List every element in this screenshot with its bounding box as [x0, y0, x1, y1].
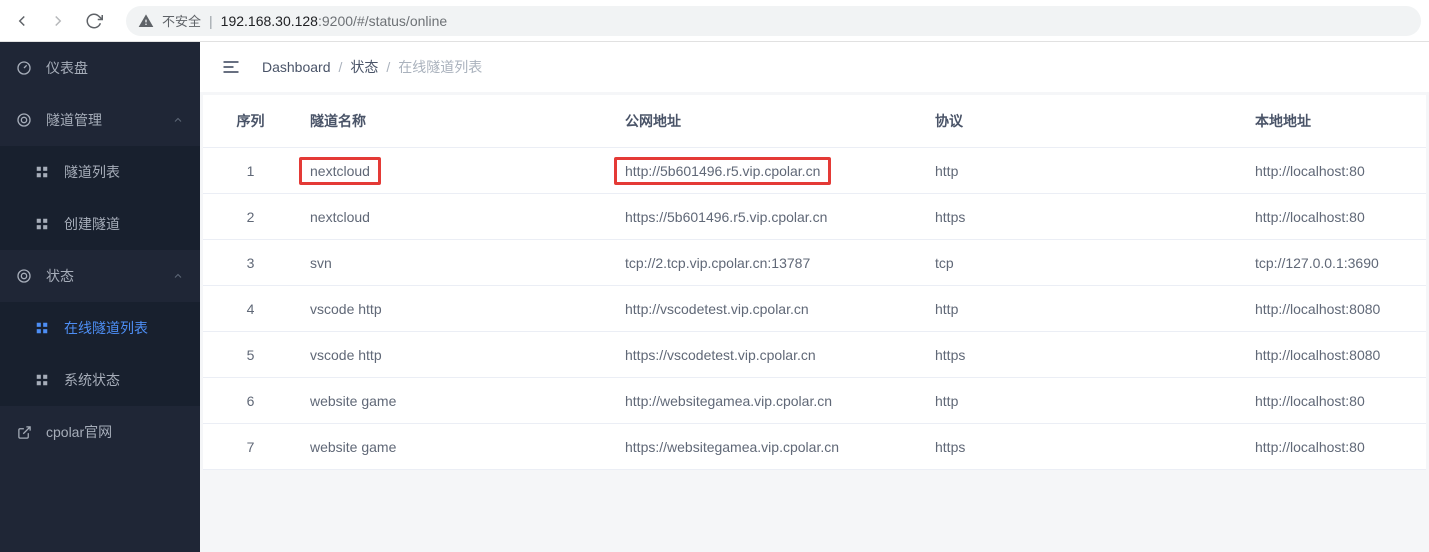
- sidebar-item-label: 隧道管理: [46, 110, 102, 130]
- cell-local: http://localhost:8080: [1243, 286, 1426, 332]
- cell-public: https://5b601496.r5.vip.cpolar.cn: [613, 194, 923, 240]
- cell-idx: 6: [203, 378, 298, 424]
- dashboard-icon: [16, 60, 32, 76]
- cell-name: website game: [298, 424, 613, 470]
- sidebar-item-tunnel-list[interactable]: 隧道列表: [0, 146, 200, 198]
- sidebar-item-label: 创建隧道: [64, 214, 120, 234]
- cell-name: nextcloud: [298, 148, 613, 194]
- forward-button[interactable]: [44, 7, 72, 35]
- cell-public: https://websitegamea.vip.cpolar.cn: [613, 424, 923, 470]
- sidebar: 仪表盘 隧道管理 隧道列表 创建隧道 状态: [0, 42, 200, 552]
- status-icon: [16, 268, 32, 284]
- cell-local: http://localhost:80: [1243, 148, 1426, 194]
- cell-proto: http: [923, 148, 1243, 194]
- table-row[interactable]: 6website gamehttp://websitegamea.vip.cpo…: [203, 378, 1426, 424]
- chevron-up-icon: [172, 270, 184, 282]
- breadcrumb-sep: /: [386, 59, 390, 75]
- cell-public: http://websitegamea.vip.cpolar.cn: [613, 378, 923, 424]
- table-row[interactable]: 4vscode httphttp://vscodetest.vip.cpolar…: [203, 286, 1426, 332]
- sidebar-item-label: 仪表盘: [46, 58, 88, 78]
- back-button[interactable]: [8, 7, 36, 35]
- tunnel-mgmt-icon: [16, 112, 32, 128]
- cell-idx: 2: [203, 194, 298, 240]
- cell-proto: https: [923, 332, 1243, 378]
- cell-public: https://vscodetest.vip.cpolar.cn: [613, 332, 923, 378]
- breadcrumb-current: 在线隧道列表: [398, 57, 482, 77]
- sidebar-item-dashboard[interactable]: 仪表盘: [0, 42, 200, 94]
- sidebar-item-label: 在线隧道列表: [64, 318, 148, 338]
- table-row[interactable]: 5vscode httphttps://vscodetest.vip.cpola…: [203, 332, 1426, 378]
- sidebar-item-status[interactable]: 状态: [0, 250, 200, 302]
- cell-name: vscode http: [298, 332, 613, 378]
- th-name: 隧道名称: [298, 95, 613, 148]
- topbar: Dashboard / 状态 / 在线隧道列表: [200, 42, 1429, 92]
- address-bar[interactable]: 不安全 | 192.168.30.128:9200/#/status/onlin…: [126, 6, 1421, 36]
- cell-public: tcp://2.tcp.vip.cpolar.cn:13787: [613, 240, 923, 286]
- breadcrumb: Dashboard / 状态 / 在线隧道列表: [262, 57, 482, 77]
- sidebar-item-online-list[interactable]: 在线隧道列表: [0, 302, 200, 354]
- cell-proto: https: [923, 424, 1243, 470]
- breadcrumb-sep: /: [339, 59, 343, 75]
- cell-proto: http: [923, 378, 1243, 424]
- cell-local: tcp://127.0.0.1:3690: [1243, 240, 1426, 286]
- url-text: 192.168.30.128:9200/#/status/online: [221, 13, 448, 29]
- table-row[interactable]: 1nextcloudhttp://5b601496.r5.vip.cpolar.…: [203, 148, 1426, 194]
- cell-public: http://vscodetest.vip.cpolar.cn: [613, 286, 923, 332]
- cell-name: vscode http: [298, 286, 613, 332]
- cell-idx: 1: [203, 148, 298, 194]
- grid-icon: [34, 164, 50, 180]
- cell-name: nextcloud: [298, 194, 613, 240]
- cell-proto: tcp: [923, 240, 1243, 286]
- sidebar-item-label: 状态: [46, 266, 74, 286]
- reload-button[interactable]: [80, 7, 108, 35]
- breadcrumb-status[interactable]: 状态: [350, 57, 378, 77]
- table-row[interactable]: 7website gamehttps://websitegamea.vip.cp…: [203, 424, 1426, 470]
- sidebar-item-sys-status[interactable]: 系统状态: [0, 354, 200, 406]
- sidebar-item-label: 隧道列表: [64, 162, 120, 182]
- not-secure-icon: [138, 13, 154, 29]
- sidebar-item-tunnel-mgmt[interactable]: 隧道管理: [0, 94, 200, 146]
- cell-proto: https: [923, 194, 1243, 240]
- cell-local: http://localhost:80: [1243, 424, 1426, 470]
- sidebar-item-create-tunnel[interactable]: 创建隧道: [0, 198, 200, 250]
- chevron-up-icon: [172, 114, 184, 126]
- th-idx: 序列: [203, 95, 298, 148]
- sidebar-item-cpolar-site[interactable]: cpolar官网: [0, 406, 200, 458]
- cell-idx: 3: [203, 240, 298, 286]
- cell-local: http://localhost:8080: [1243, 332, 1426, 378]
- th-proto: 协议: [923, 95, 1243, 148]
- cell-name: svn: [298, 240, 613, 286]
- cell-name: website game: [298, 378, 613, 424]
- cell-public: http://5b601496.r5.vip.cpolar.cn: [613, 148, 923, 194]
- grid-icon: [34, 216, 50, 232]
- not-secure-label: 不安全: [162, 11, 201, 30]
- cell-idx: 7: [203, 424, 298, 470]
- th-public: 公网地址: [613, 95, 923, 148]
- table-row[interactable]: 3svntcp://2.tcp.vip.cpolar.cn:13787tcptc…: [203, 240, 1426, 286]
- sidebar-item-label: 系统状态: [64, 370, 120, 390]
- cell-idx: 4: [203, 286, 298, 332]
- breadcrumb-dashboard[interactable]: Dashboard: [262, 59, 331, 75]
- url-separator: |: [209, 13, 213, 29]
- external-link-icon: [16, 424, 32, 440]
- table-row[interactable]: 2nextcloudhttps://5b601496.r5.vip.cpolar…: [203, 194, 1426, 240]
- toggle-sidebar-button[interactable]: [220, 56, 242, 78]
- cell-local: http://localhost:80: [1243, 194, 1426, 240]
- grid-icon: [34, 372, 50, 388]
- tunnel-table: 序列 隧道名称 公网地址 协议 本地地址 1nextcloudhttp://5b…: [203, 95, 1426, 470]
- cell-idx: 5: [203, 332, 298, 378]
- sidebar-item-label: cpolar官网: [46, 422, 112, 442]
- grid-icon: [34, 320, 50, 336]
- th-local: 本地地址: [1243, 95, 1426, 148]
- browser-chrome: 不安全 | 192.168.30.128:9200/#/status/onlin…: [0, 0, 1429, 42]
- cell-proto: http: [923, 286, 1243, 332]
- cell-local: http://localhost:80: [1243, 378, 1426, 424]
